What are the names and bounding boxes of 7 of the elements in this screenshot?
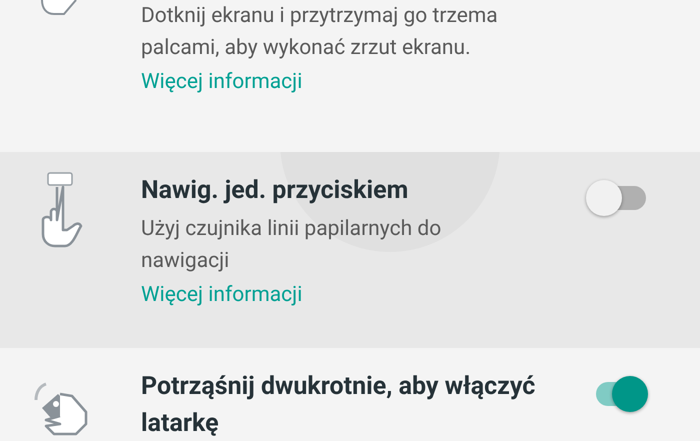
setting-description: Dotknij ekranu i przytrzymaj go trzema palcami, aby wykonać zrzut ekranu.	[141, 3, 499, 62]
more-info-link[interactable]: Więcej informacji	[141, 277, 302, 313]
toggle-switch[interactable]	[586, 180, 648, 216]
more-info-link[interactable]: Więcej informacji	[141, 64, 302, 100]
setting-description: Użyj czujnika linii papilarnych do nawigacji	[141, 216, 442, 275]
setting-title: Nawig. jed. przyciskiem	[141, 175, 410, 207]
setting-title: Potrząśnij dwukrotnie, aby włączyć latarkę	[141, 371, 536, 440]
